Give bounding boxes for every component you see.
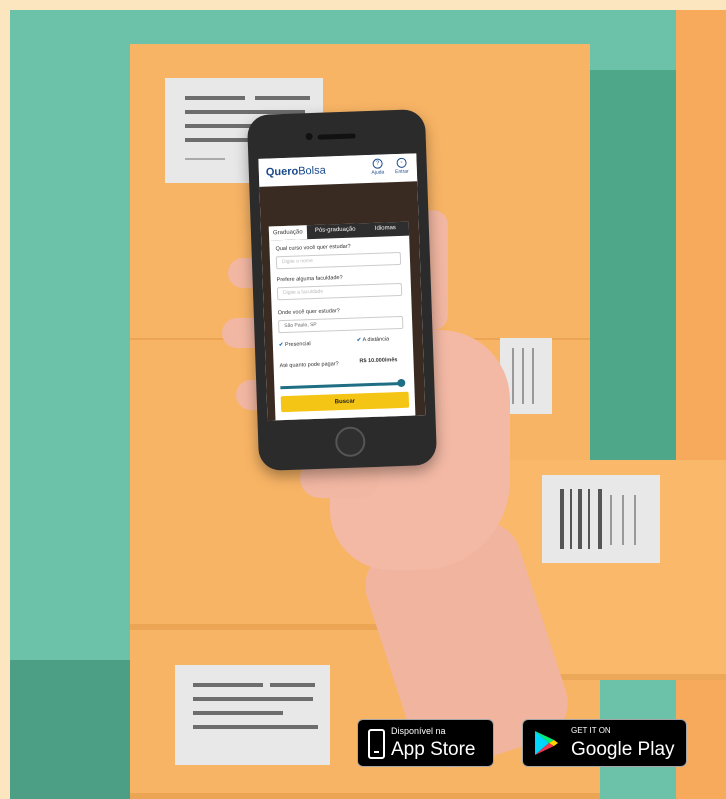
search-card: Graduação Pós-graduação Idiomas Qual cur… xyxy=(268,221,416,421)
slider-handle[interactable] xyxy=(397,378,406,388)
tab-pos-graduacao[interactable]: Pós-graduação xyxy=(315,226,356,233)
budget-question: Até quanto pode pagar? xyxy=(279,361,339,370)
appstore-small-text: Disponível na xyxy=(391,726,446,736)
google-play-badge[interactable]: GET IT ON Google Play xyxy=(522,719,687,767)
search-button[interactable]: Buscar xyxy=(280,391,410,413)
googleplay-small-text: GET IT ON xyxy=(571,726,611,735)
top-border xyxy=(0,0,726,10)
appstore-big-text: App Store xyxy=(391,739,476,760)
college-input[interactable]: Digite a faculdade xyxy=(276,282,403,301)
presencial-label: Presencial xyxy=(284,341,311,349)
googleplay-big-text: Google Play xyxy=(571,739,675,760)
help-label: Ajuda xyxy=(371,169,385,176)
tab-graduacao[interactable]: Graduação xyxy=(268,225,307,241)
course-input[interactable]: Digite o nome xyxy=(275,251,402,270)
location-question: Onde você quer estudar? xyxy=(277,308,340,317)
hero-background: Graduação Pós-graduação Idiomas Qual cur… xyxy=(259,181,426,421)
speaker-grille xyxy=(317,133,356,140)
location-input[interactable]: São Paulo, SP xyxy=(278,315,404,334)
tab-idiomas[interactable]: Idiomas xyxy=(375,225,396,232)
login-button[interactable]: ◦ Entrar xyxy=(390,157,413,175)
help-button[interactable]: ? Ajuda xyxy=(366,158,389,176)
quero-bolsa-logo[interactable]: QueroBolsa xyxy=(266,164,326,178)
presencial-checkbox[interactable]: ✔ Presencial xyxy=(279,341,311,348)
distancia-checkbox[interactable]: ✔ A distância xyxy=(357,336,390,343)
login-label: Entrar xyxy=(394,168,409,176)
camera-icon xyxy=(305,132,313,141)
user-icon: ◦ xyxy=(396,157,407,169)
google-play-icon xyxy=(535,731,558,755)
check-icon: ✔ xyxy=(278,342,284,349)
apple-icon xyxy=(368,729,385,759)
background-orange-strip xyxy=(676,10,726,799)
tab-bar: Graduação Pós-graduação Idiomas xyxy=(268,221,410,241)
shipping-label-bottom xyxy=(175,665,330,765)
distancia-label: A distância xyxy=(362,336,390,344)
college-question: Prefere alguma faculdade? xyxy=(276,274,343,284)
home-button xyxy=(334,426,366,458)
barcode-label-right xyxy=(542,475,660,563)
left-border xyxy=(0,0,10,799)
budget-slider[interactable] xyxy=(280,378,406,390)
app-store-badge[interactable]: Disponível na App Store xyxy=(357,719,494,767)
background-dark-green xyxy=(10,660,150,799)
budget-value: R$ 10.000/mês xyxy=(359,357,398,365)
help-icon: ? xyxy=(372,158,383,169)
phone-screen: QueroBolsa ? Ajuda ◦ Entrar Graduação Pó… xyxy=(258,153,426,421)
smartphone: QueroBolsa ? Ajuda ◦ Entrar Graduação Pó… xyxy=(246,109,438,471)
course-question: Qual curso você quer estudar? xyxy=(275,243,351,253)
check-icon: ✔ xyxy=(356,337,362,344)
